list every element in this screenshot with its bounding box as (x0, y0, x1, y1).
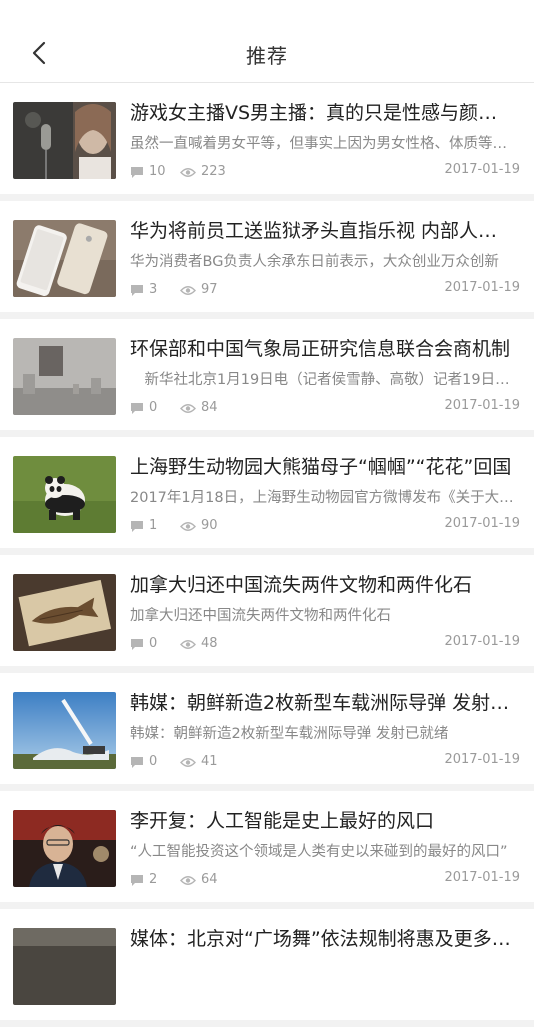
article-summary: 新华社北京1月19日电（记者侯雪静、高敬）记者19日获悉 (130, 372, 518, 388)
eye-icon (180, 403, 196, 413)
article-item[interactable]: 游戏女主播VS男主播：真的只是性感与颜值决定一切吗 虽然一直喊着男女平等，但事实… (0, 83, 534, 194)
article-meta: 0 84 2017-01-19 (130, 398, 520, 418)
view-count: 64 (180, 870, 218, 890)
article-meta: 0 48 2017-01-19 (130, 634, 520, 654)
comment-icon (131, 166, 143, 178)
article-title: 李开复：人工智能是史上最好的风口 (130, 810, 435, 832)
article-summary: 虽然一直喊着男女平等，但事实上因为男女性格、体质等差异 (130, 136, 518, 152)
view-count: 41 (180, 752, 218, 772)
article-date: 2017-01-19 (444, 634, 520, 649)
navigation-bar: 推荐 (0, 0, 534, 83)
comment-count: 1 (130, 516, 157, 536)
eye-icon (180, 639, 196, 649)
article-meta: 3 97 2017-01-19 (130, 280, 520, 300)
article-item[interactable]: 韩媒：朝鲜新造2枚新型车载洲际导弹 发射已就绪 韩媒：朝鲜新造2枚新型车载洲际导… (0, 673, 534, 784)
comment-count: 2 (130, 870, 157, 890)
view-count: 84 (180, 398, 218, 418)
comment-count: 0 (130, 634, 157, 654)
article-summary: “人工智能投资这个领域是人类有史以来碰到的最好的风口” (130, 844, 508, 860)
article-meta: 1 90 2017-01-19 (130, 516, 520, 536)
article-thumbnail (13, 574, 116, 651)
article-summary: 加拿大归还中国流失两件文物和两件化石 (130, 608, 391, 624)
article-thumbnail (13, 338, 116, 415)
article-item[interactable]: 环保部和中国气象局正研究信息联合会商机制 新华社北京1月19日电（记者侯雪静、高… (0, 319, 534, 430)
page-title: 推荐 (246, 44, 288, 68)
article-meta: 10 223 2017-01-19 (130, 162, 520, 182)
article-title: 媒体：北京对“广场舞”依法规制将惠及更多市民 (130, 928, 516, 950)
article-date: 2017-01-19 (444, 398, 520, 413)
article-item[interactable]: 上海野生动物园大熊猫母子“帼帼”“花花”回国 2017年1月18日，上海野生动物… (0, 437, 534, 548)
article-meta: 0 41 2017-01-19 (130, 752, 520, 772)
article-summary: 华为消费者BG负责人余承东日前表示，大众创业万众创新 (130, 254, 499, 270)
article-thumbnail (13, 456, 116, 533)
view-count: 90 (180, 516, 218, 536)
article-thumbnail (13, 928, 116, 1005)
comment-icon (131, 284, 143, 296)
article-thumbnail (13, 692, 116, 769)
view-count: 48 (180, 634, 218, 654)
comment-count: 3 (130, 280, 157, 300)
comment-icon (131, 756, 143, 768)
article-thumbnail (13, 102, 116, 179)
article-summary: 韩媒：朝鲜新造2枚新型车载洲际导弹 发射已就绪 (130, 726, 449, 742)
article-item[interactable]: 加拿大归还中国流失两件文物和两件化石 加拿大归还中国流失两件文物和两件化石 0 … (0, 555, 534, 666)
article-thumbnail (13, 810, 116, 887)
article-thumbnail (13, 220, 116, 297)
article-date: 2017-01-19 (444, 752, 520, 767)
article-title: 华为将前员工送监狱矛头直指乐视 内部人士回应 (130, 220, 516, 242)
article-date: 2017-01-19 (444, 280, 520, 295)
eye-icon (180, 757, 196, 767)
article-item[interactable]: 华为将前员工送监狱矛头直指乐视 内部人士回应 华为消费者BG负责人余承东日前表示… (0, 201, 534, 312)
article-title: 游戏女主播VS男主播：真的只是性感与颜值决定一切吗 (130, 102, 516, 124)
comment-count: 0 (130, 752, 157, 772)
article-list: 游戏女主播VS男主播：真的只是性感与颜值决定一切吗 虽然一直喊着男女平等，但事实… (0, 83, 534, 1027)
eye-icon (180, 167, 196, 177)
article-title: 韩媒：朝鲜新造2枚新型车载洲际导弹 发射已就绪 (130, 692, 516, 714)
article-title: 上海野生动物园大熊猫母子“帼帼”“花花”回国 (130, 456, 512, 478)
view-count: 223 (180, 162, 226, 182)
comment-icon (131, 402, 143, 414)
article-date: 2017-01-19 (444, 516, 520, 531)
article-meta: 2 64 2017-01-19 (130, 870, 520, 890)
eye-icon (180, 875, 196, 885)
article-item[interactable]: 李开复：人工智能是史上最好的风口 “人工智能投资这个领域是人类有史以来碰到的最好… (0, 791, 534, 902)
view-count: 97 (180, 280, 218, 300)
comment-count: 0 (130, 398, 157, 418)
article-date: 2017-01-19 (444, 162, 520, 177)
comment-icon (131, 638, 143, 650)
eye-icon (180, 521, 196, 531)
article-title: 加拿大归还中国流失两件文物和两件化石 (130, 574, 473, 596)
comment-icon (131, 874, 143, 886)
article-date: 2017-01-19 (444, 870, 520, 885)
comment-icon (131, 520, 143, 532)
article-title: 环保部和中国气象局正研究信息联合会商机制 (130, 338, 511, 360)
article-summary: 2017年1月18日，上海野生动物园官方微博发布《关于大熊猫》 (130, 490, 518, 506)
comment-count: 10 (130, 162, 166, 182)
article-item[interactable]: 媒体：北京对“广场舞”依法规制将惠及更多市民 (0, 909, 534, 1020)
eye-icon (180, 285, 196, 295)
